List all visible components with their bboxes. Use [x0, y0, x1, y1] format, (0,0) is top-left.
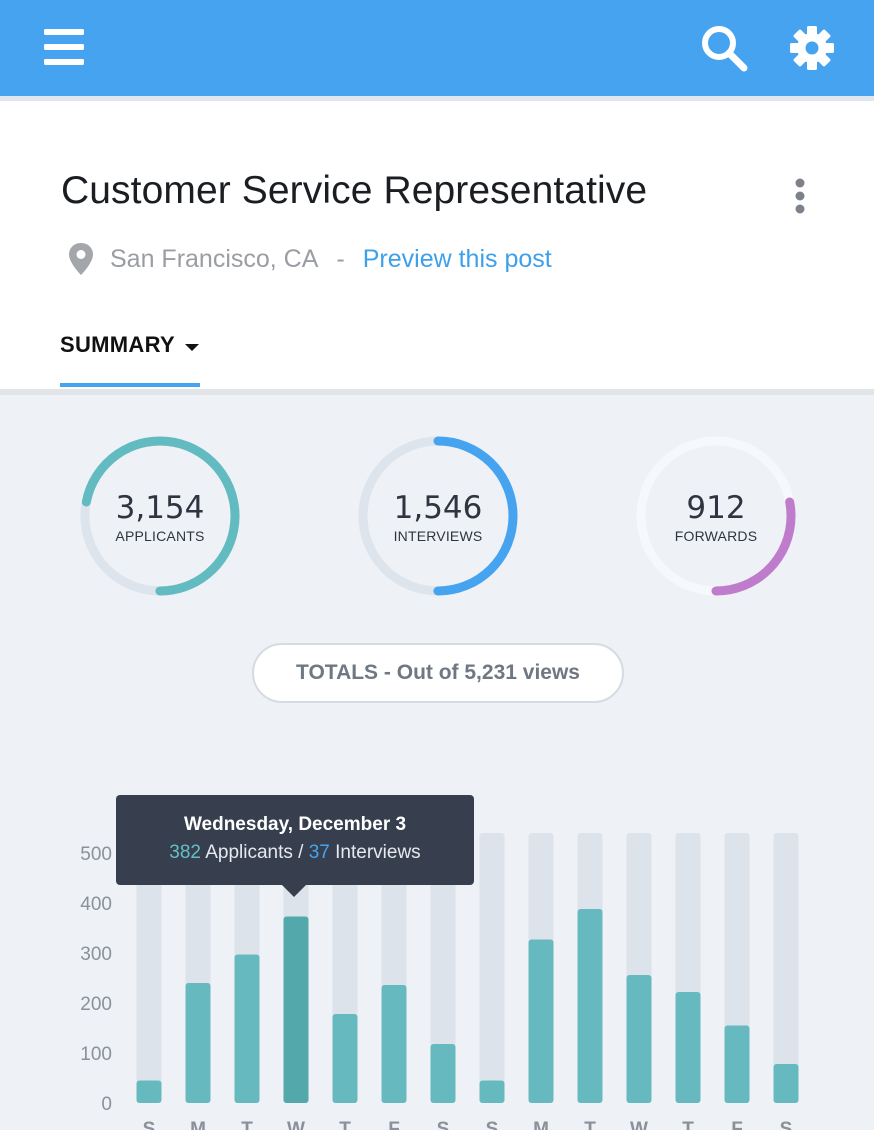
forwards-label: FORWARDS: [674, 528, 758, 544]
tab-summary[interactable]: SUMMARY: [60, 329, 200, 389]
tooltip-applicants-text: Applicants /: [201, 842, 309, 863]
top-app-bar: [0, 0, 874, 96]
x-tick-label: F: [388, 1119, 400, 1130]
bar-background: [479, 833, 505, 1103]
x-tick-label: T: [339, 1119, 351, 1130]
y-tick-label: 500: [80, 844, 112, 865]
x-tick-label: W: [630, 1119, 648, 1130]
bar-13[interactable]: [773, 1064, 799, 1103]
caret-down-icon: [185, 344, 199, 351]
bar-0[interactable]: [136, 1080, 162, 1104]
search-icon[interactable]: [698, 22, 750, 74]
forwards-count: 912: [686, 490, 746, 526]
x-tick-label: S: [143, 1119, 156, 1130]
bar-7[interactable]: [479, 1080, 505, 1104]
applicants-stat: 3,154 APPLICANTS: [76, 432, 244, 600]
tooltip-applicants-count: 382: [169, 842, 201, 863]
y-tick-label: 300: [80, 944, 112, 965]
tab-summary-label: SUMMARY: [60, 332, 175, 357]
header-divider: [0, 389, 874, 395]
applicants-count: 3,154: [115, 490, 205, 526]
job-header: Customer Service Representative San Fran…: [0, 101, 874, 389]
x-tick-label: S: [780, 1119, 793, 1130]
y-tick-label: 200: [80, 994, 112, 1015]
bar-2[interactable]: [234, 954, 260, 1104]
x-tick-label: T: [241, 1119, 253, 1130]
interviews-stat: 1,546 INTERVIEWS: [354, 432, 522, 600]
x-tick-label: S: [437, 1119, 450, 1130]
bar-background: [773, 833, 799, 1103]
bar-5[interactable]: [381, 985, 407, 1103]
x-tick-label: T: [584, 1119, 596, 1130]
y-tick-label: 0: [101, 1094, 112, 1115]
bar-1[interactable]: [185, 983, 211, 1103]
tab-active-indicator: [60, 383, 200, 387]
vertical-dots-icon[interactable]: [786, 177, 814, 217]
forwards-stat: 912 FORWARDS: [632, 432, 800, 600]
y-tick-label: 400: [80, 894, 112, 915]
chart-tooltip: Wednesday, December 3 382 Applicants / 3…: [116, 795, 474, 885]
interviews-count: 1,546: [393, 490, 483, 526]
bar-10[interactable]: [626, 975, 652, 1103]
page-title: Customer Service Representative: [61, 169, 648, 212]
job-location: San Francisco, CA: [110, 244, 319, 273]
tooltip-date: Wednesday, December 3: [183, 814, 407, 835]
tooltip-stats: 382 Applicants / 37 Interviews: [116, 842, 474, 864]
bar-9[interactable]: [577, 909, 603, 1103]
interviews-label: INTERVIEWS: [393, 528, 483, 544]
bar-4[interactable]: [332, 1014, 358, 1103]
bar-3[interactable]: [283, 916, 309, 1104]
hamburger-menu-icon[interactable]: [40, 24, 90, 70]
x-tick-label: M: [190, 1119, 206, 1130]
y-tick-label: 100: [80, 1044, 112, 1065]
x-tick-label: T: [682, 1119, 694, 1130]
applicants-label: APPLICANTS: [115, 528, 205, 544]
totals-button[interactable]: TOTALS - Out of 5,231 views: [252, 643, 624, 703]
tooltip-interviews-text: Interviews: [329, 842, 421, 863]
x-tick-label: M: [533, 1119, 549, 1130]
tooltip-interviews-count: 37: [308, 842, 330, 863]
bar-12[interactable]: [724, 1025, 750, 1104]
gear-icon[interactable]: [786, 22, 838, 74]
bar-11[interactable]: [675, 992, 701, 1103]
bar-8[interactable]: [528, 939, 554, 1104]
location-separator: -: [336, 244, 345, 273]
preview-post-link[interactable]: Preview this post: [363, 245, 552, 274]
bar-6[interactable]: [430, 1044, 456, 1103]
location-row: San Francisco, CA - Preview this post: [66, 241, 552, 277]
tooltip-arrow: [282, 885, 306, 897]
x-tick-label: S: [486, 1119, 499, 1130]
map-pin-icon: [66, 242, 96, 276]
x-tick-label: W: [287, 1119, 305, 1130]
x-tick-label: F: [731, 1119, 743, 1130]
